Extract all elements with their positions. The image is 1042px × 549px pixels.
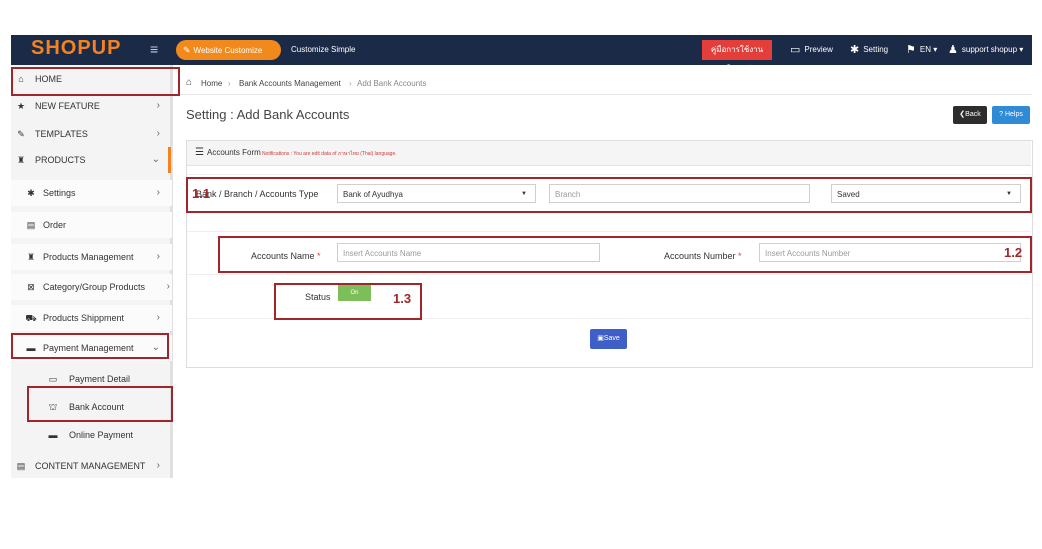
setting-link[interactable]: ✱ Setting	[850, 44, 888, 56]
chevron-right-icon: ›	[166, 281, 170, 292]
chevron-right-icon: ›	[156, 128, 160, 139]
row-divider	[187, 174, 1031, 175]
gift-icon: ♜	[16, 155, 26, 165]
shopup-logo[interactable]: SHOPUP	[31, 37, 121, 60]
chevron-right-icon: ›	[156, 460, 160, 471]
sidebar-item-label: Settings	[43, 188, 76, 198]
save-button[interactable]: ▣Save	[590, 329, 627, 349]
magic-wand-icon: ✎	[17, 129, 25, 139]
document-icon: ▤	[16, 461, 26, 471]
sidebar-item-label: Products Management	[43, 252, 134, 262]
floppy-disk-icon: ▣	[597, 335, 604, 342]
user-label: support shopup	[961, 45, 1018, 54]
flag-icon: ⚑	[906, 44, 916, 56]
caret-down-icon: ▾	[1017, 45, 1024, 54]
annotation-box-1-2	[218, 236, 1032, 273]
language-label: EN	[919, 45, 931, 54]
chevron-right-icon: ›	[156, 251, 160, 262]
helps-button[interactable]: ? Helps	[992, 106, 1030, 124]
sidebar-item-label: Online Payment	[69, 430, 134, 440]
chevron-down-icon: ⌄	[151, 154, 160, 165]
sidebar-item-order[interactable]: ▤ Order	[11, 212, 172, 238]
breadcrumb-home[interactable]: Home	[201, 79, 222, 88]
back-button[interactable]: ❮Back	[953, 106, 987, 124]
annotation-box-1-1	[186, 177, 1032, 213]
back-label: Back	[965, 111, 981, 118]
list-icon: ☰	[195, 147, 204, 158]
setting-label: Setting	[863, 45, 889, 54]
monitor-icon: ▭	[790, 44, 801, 56]
breadcrumb-separator-icon: ›	[228, 79, 231, 88]
annotation-number-1-1: 1.1	[192, 186, 211, 201]
sidebar-item-category[interactable]: ⊠ Category/Group Products ›	[11, 274, 172, 300]
question-icon: ?	[999, 111, 1004, 118]
sidebar-item-templates[interactable]: ✎ TEMPLATES ›	[11, 121, 172, 147]
customize-simple-link[interactable]: Customize Simple	[291, 45, 355, 54]
paypal-icon: ▬	[48, 430, 58, 440]
gear-icon: ✱	[850, 44, 860, 56]
panel-title: Accounts Form	[207, 148, 261, 157]
user-dropdown[interactable]: ♟ support shopup ▾	[948, 44, 1023, 56]
document-icon: ▤	[26, 220, 36, 230]
row-divider	[187, 274, 1031, 275]
category-icon: ⊠	[27, 282, 35, 292]
sidebar-item-label: Category/Group Products	[43, 282, 146, 292]
annotation-box-bank-account	[27, 386, 173, 422]
sidebar-item-shippment[interactable]: ⛟ Products Shippment ›	[11, 305, 172, 331]
sidebar-item-label: NEW FEATURE	[35, 101, 100, 111]
truck-icon: ⛟	[25, 313, 37, 323]
chevron-right-icon: ›	[156, 187, 160, 198]
annotation-box-payment-management	[11, 333, 169, 359]
manual-button[interactable]: คู่มือการใช้งานเว็บไซต์	[702, 40, 772, 74]
sidebar-item-new-feature[interactable]: ★ NEW FEATURE ›	[11, 93, 172, 119]
sidebar-item-online-payment[interactable]: ▬ Online Payment	[11, 422, 172, 448]
sidebar-item-label: TEMPLATES	[35, 129, 88, 139]
sidebar-item-content-management[interactable]: ▤ CONTENT MANAGEMENT ›	[11, 453, 172, 479]
breadcrumb-current: Add Bank Accounts	[357, 79, 427, 88]
caret-down-icon: ▾	[931, 45, 938, 54]
sidebar-item-label: PRODUCTS	[35, 155, 86, 165]
language-dropdown[interactable]: ⚑ EN ▾	[906, 44, 937, 56]
language-notification: Notifications : You are edit data of ภาษ…	[262, 151, 397, 157]
chevron-right-icon: ›	[156, 312, 160, 323]
breadcrumb-bank-accounts[interactable]: Bank Accounts Management	[239, 79, 341, 88]
annotation-number-1-2: 1.2	[1004, 245, 1023, 260]
hamburger-menu-icon[interactable]: ≡	[150, 42, 160, 56]
gear-icon: ✱	[27, 188, 35, 198]
gift-icon: ♜	[26, 252, 36, 262]
sidebar-item-label: Order	[43, 220, 67, 230]
home-icon: ⌂	[186, 77, 193, 88]
annotation-box-home	[11, 67, 180, 96]
magic-wand-icon: ✎	[183, 45, 191, 55]
row-divider	[187, 231, 1031, 232]
sidebar-item-label: CONTENT MANAGEMENT	[35, 461, 146, 471]
sidebar-item-products[interactable]: ♜ PRODUCTS ⌄	[11, 147, 172, 173]
breadcrumb-separator-icon: ›	[349, 79, 352, 88]
helps-label: Helps	[1004, 111, 1023, 118]
preview-link[interactable]: ▭ Preview	[790, 44, 833, 56]
website-customize-button[interactable]: ✎ Website Customize	[176, 40, 281, 60]
sidebar-item-settings[interactable]: ✱ Settings ›	[11, 180, 172, 206]
save-label: Save	[603, 335, 620, 342]
chevron-right-icon: ›	[156, 100, 160, 111]
website-customize-label: Website Customize	[193, 46, 263, 55]
active-indicator	[168, 147, 171, 173]
preview-label: Preview	[804, 45, 833, 54]
sidebar-item-label: Products Shippment	[43, 313, 125, 323]
sidebar-item-products-management[interactable]: ♜ Products Management ›	[11, 244, 172, 270]
annotation-number-1-3: 1.3	[393, 291, 412, 306]
page-title: Setting : Add Bank Accounts	[186, 107, 350, 122]
star-icon: ★	[16, 101, 26, 111]
user-icon: ♟	[948, 44, 958, 56]
